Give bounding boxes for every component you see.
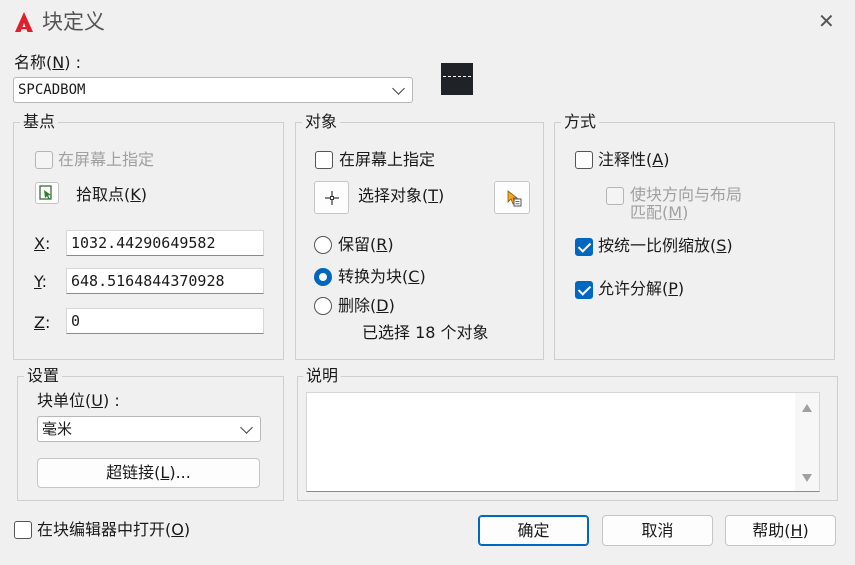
settings-title: 设置 xyxy=(24,366,63,386)
window-title: 块定义 xyxy=(42,10,105,34)
block-preview xyxy=(441,63,473,95)
scale-uniformly-checkbox[interactable] xyxy=(575,238,593,256)
open-in-editor-label: 在块编辑器中打开(O) xyxy=(37,520,191,539)
allow-exploding-checkbox[interactable] xyxy=(575,281,593,299)
base-point-title: 基点 xyxy=(20,112,59,132)
delete-label: 删除(D) xyxy=(338,296,395,315)
title-bar: 块定义 ✕ xyxy=(0,0,855,44)
pick-point-label: 拾取点(K) xyxy=(76,185,148,204)
y-field[interactable]: 648.5164844370928 xyxy=(66,268,264,294)
select-objects-label: 选择对象(T) xyxy=(358,186,445,205)
convert-to-block-radio[interactable] xyxy=(314,268,332,286)
description-scrollbar[interactable] xyxy=(795,393,819,491)
objects-specify-on-screen-label: 在屏幕上指定 xyxy=(339,150,436,169)
chevron-down-icon xyxy=(392,82,405,95)
delete-radio[interactable] xyxy=(314,297,332,315)
selected-count-text: 已选择 18 个对象 xyxy=(362,323,489,342)
match-orientation-label-line2: 匹配(M) xyxy=(630,203,689,222)
quick-select-button[interactable] xyxy=(494,181,530,214)
objects-title: 对象 xyxy=(302,112,341,132)
open-in-editor-checkbox[interactable] xyxy=(14,521,32,539)
behavior-title: 方式 xyxy=(561,112,600,132)
retain-label: 保留(R) xyxy=(338,235,394,254)
scroll-up-icon[interactable] xyxy=(801,403,813,413)
block-unit-value: 毫米 xyxy=(42,420,73,438)
chevron-down-icon xyxy=(240,421,253,434)
match-orientation-label-line1: 使块方向与布局 xyxy=(630,185,743,204)
base-specify-on-screen-checkbox[interactable] xyxy=(35,151,53,169)
match-orientation-checkbox[interactable] xyxy=(606,187,624,205)
hyperlink-label: 超链接 xyxy=(106,463,155,482)
close-icon[interactable]: ✕ xyxy=(818,11,835,31)
name-value: SPCADBOM xyxy=(18,82,86,98)
pick-point-icon xyxy=(39,185,52,200)
ok-button[interactable]: 确定 xyxy=(478,515,589,546)
description-title: 说明 xyxy=(303,366,342,386)
ok-label: 确定 xyxy=(517,521,550,540)
allow-exploding-label: 允许分解(P) xyxy=(598,279,685,298)
x-field[interactable]: 1032.44290649582 xyxy=(66,230,264,256)
name-combobox[interactable]: SPCADBOM xyxy=(13,77,413,103)
help-button[interactable]: 帮助(H) xyxy=(725,515,836,546)
convert-to-block-label: 转换为块(C) xyxy=(338,267,426,286)
cancel-label: 取消 xyxy=(641,521,674,540)
crosshair-icon xyxy=(325,191,339,205)
z-label: Z: xyxy=(34,313,51,332)
hyperlink-button[interactable]: 超链接(L)... xyxy=(37,458,260,488)
x-label: X: xyxy=(34,234,51,253)
quick-select-icon xyxy=(507,190,522,207)
description-textarea[interactable] xyxy=(306,392,820,492)
z-field[interactable]: 0 xyxy=(66,308,264,334)
name-label: 名称(N) : xyxy=(14,53,81,72)
hyperlink-accel: L xyxy=(160,463,170,482)
y-label: Y: xyxy=(34,272,48,291)
cancel-button[interactable]: 取消 xyxy=(602,515,713,546)
help-accel: H xyxy=(790,521,803,540)
block-unit-label: 块单位(U) : xyxy=(37,391,120,410)
autocad-logo-icon xyxy=(15,12,33,32)
objects-specify-on-screen-checkbox[interactable] xyxy=(315,151,333,169)
select-objects-button[interactable] xyxy=(314,181,349,214)
help-label: 帮助 xyxy=(752,521,785,540)
retain-radio[interactable] xyxy=(314,236,332,254)
annotative-checkbox[interactable] xyxy=(575,151,593,169)
pick-point-button[interactable] xyxy=(35,182,59,204)
annotative-label: 注释性(A) xyxy=(598,150,670,169)
scale-uniformly-label: 按统一比例缩放(S) xyxy=(598,236,733,255)
block-unit-select[interactable]: 毫米 xyxy=(37,416,261,442)
scroll-down-icon[interactable] xyxy=(801,473,813,483)
base-specify-on-screen-label: 在屏幕上指定 xyxy=(58,150,155,169)
